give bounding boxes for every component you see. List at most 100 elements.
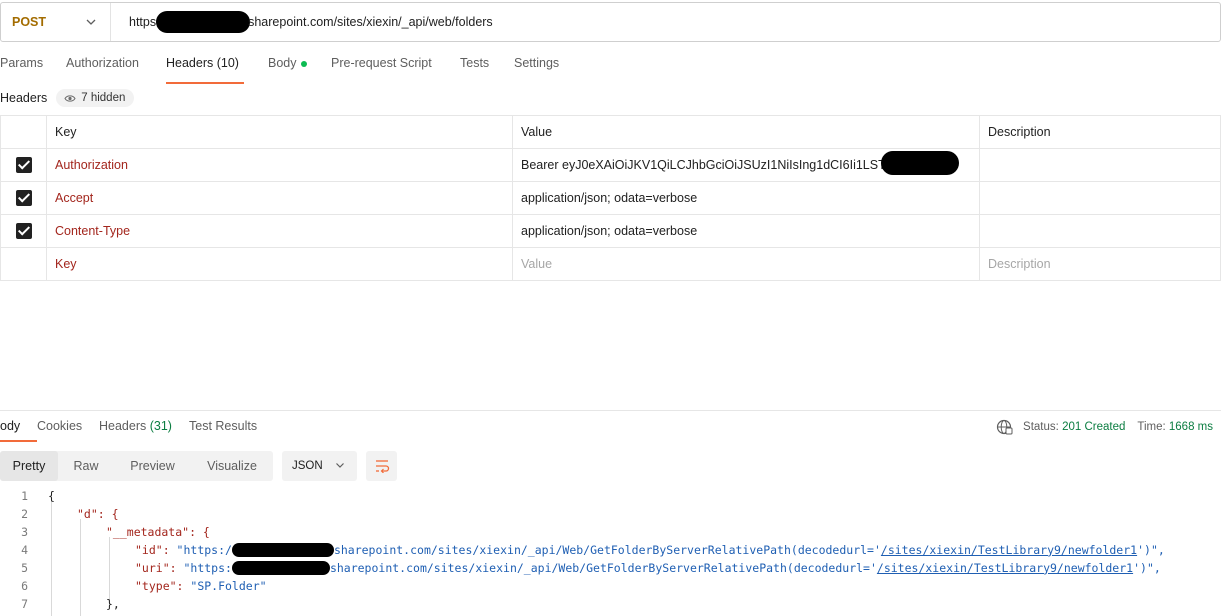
tab-tests[interactable]: Tests [460,56,510,76]
table-row: Content-Type application/json; odata=ver… [0,214,1221,248]
code-text: { [48,489,55,503]
redaction-mark [231,561,330,576]
wrap-lines-button[interactable] [366,451,397,481]
checkbox-cell [0,181,47,215]
tab-test-results[interactable]: Test Results [189,419,279,439]
table-header-row: Key Value Description [0,115,1221,149]
key-input[interactable]: Key [46,247,513,281]
globe-icon[interactable] [996,419,1013,435]
value-cell[interactable]: application/json; odata=verbose [512,214,980,248]
tab-pre-request-script[interactable]: Pre-request Script [331,56,456,76]
response-tabs: ody Cookies Headers (31) Test Results [0,419,279,442]
tab-params-label: Params [0,56,44,70]
row-checkbox[interactable] [15,157,32,173]
view-raw[interactable]: Raw [58,451,114,481]
json-string: ')", [1133,560,1161,575]
value-column-header: Value [512,115,980,149]
checkbox-cell [0,148,47,182]
json-string: sharepoint.com/sites/xiexin/_api/Web/Get… [333,542,881,557]
table-row-empty: Key Value Description [0,247,1221,281]
key-cell[interactable]: Content-Type [46,214,513,248]
json-string: "SP.Folder" [190,579,267,593]
method-select[interactable]: POST [1,3,111,41]
json-string: "https:/ [176,542,232,557]
json-key: "type": [135,579,191,593]
line-number: 6 [21,579,28,593]
code-line: 7 }, [0,595,1221,613]
code-text: "type": "SP.Folder" [135,579,267,593]
json-link[interactable]: /sites/xiexin/TestLibrary9/newfolder1 [881,543,1137,557]
url-suffix: sharepoint.com/sites/xiexin/_api/web/fol… [248,15,493,29]
headers-table: Key Value Description Authorization Bear… [0,115,1221,281]
description-input[interactable]: Description [979,247,1221,281]
value-cell[interactable]: application/json; odata=verbose [512,181,980,215]
tab-authorization[interactable]: Authorization [66,56,166,82]
time-value[interactable]: 1668 ms [1169,421,1213,433]
tab-response-body-label: ody [0,419,21,433]
row-checkbox[interactable] [15,223,32,239]
tab-headers[interactable]: Headers (10) [166,56,244,84]
redaction-mark [156,11,251,33]
wrap-lines-icon [375,460,389,473]
description-cell[interactable] [979,148,1221,182]
key-cell[interactable]: Authorization [46,148,513,182]
view-visualize[interactable]: Visualize [191,451,273,481]
code-line: 6 "type": "SP.Folder" [0,577,1221,595]
json-string: "https: [183,560,232,575]
response-divider [0,410,1221,411]
eye-icon [64,94,76,102]
tab-params[interactable]: Params [0,56,66,82]
status-value[interactable]: 201 Created [1062,421,1125,433]
tab-response-headers[interactable]: Headers (31) [99,419,189,439]
redaction-mark [881,151,959,175]
table-row: Authorization Bearer eyJ0eXAiOiJKV1QiLCJ… [0,148,1221,182]
row-checkbox[interactable] [15,190,32,206]
response-headers-count: (31) [149,419,172,433]
checkbox-cell [0,214,47,248]
json-string: ')", [1137,542,1165,557]
key-column-header: Key [46,115,513,149]
tab-cookies[interactable]: Cookies [37,419,99,439]
line-number: 1 [21,489,28,503]
tab-headers-label: Headers (10) [166,56,239,70]
request-url-bar: POST https sharepoint.com/sites/xiexin/_… [0,2,1221,42]
view-pretty[interactable]: Pretty [0,451,58,481]
tab-test-results-label: Test Results [189,419,258,433]
view-preview[interactable]: Preview [114,451,191,481]
tab-settings-label: Settings [514,56,560,70]
tab-body[interactable]: Body [268,56,328,76]
description-cell[interactable] [979,181,1221,215]
code-line: 3 "__metadata": { [0,523,1221,541]
code-text: }, [106,597,120,611]
line-number: 5 [21,561,28,575]
tab-response-headers-label: Headers [99,419,147,433]
table-row: Accept application/json; odata=verbose [0,181,1221,215]
code-line: 2 "d": { [0,505,1221,523]
response-body-editor[interactable]: 1 { 2 "d": { 3 "__metadata": { 4 "id": "… [0,487,1221,616]
checkbox-cell [0,247,47,281]
line-number: 4 [21,543,28,557]
description-column-header: Description [979,115,1221,149]
code-text: "id": "https:/ sharepoint.com/sites/xiexi… [135,543,1165,558]
tab-tests-label: Tests [460,56,490,70]
tab-response-body[interactable]: ody [0,419,37,442]
key-cell[interactable]: Accept [46,181,513,215]
description-cell[interactable] [979,214,1221,248]
method-label: POST [12,15,47,29]
checkbox-column-header [0,115,47,149]
tab-settings[interactable]: Settings [514,56,584,76]
code-text: "__metadata": { [106,525,210,539]
redaction-mark [231,543,334,558]
value-input[interactable]: Value [512,247,980,281]
response-status-bar: Status: 201 Created Time: 1668 ms [996,419,1213,435]
json-link[interactable]: /sites/xiexin/TestLibrary9/newfolder1 [877,561,1133,575]
value-cell[interactable]: Bearer eyJ0eXAiOiJKV1QiLCJhbGciOiJSUzI1N… [512,148,980,182]
value-text: Bearer eyJ0eXAiOiJKV1QiLCJhbGciOiJSUzI1N… [521,158,886,172]
url-prefix: https [129,15,157,29]
tab-body-label: Body [268,56,297,70]
url-input[interactable]: https sharepoint.com/sites/xiexin/_api/w… [111,11,493,33]
format-select[interactable]: JSON [282,451,357,481]
hidden-headers-toggle[interactable]: 7 hidden [56,89,135,107]
tab-pre-request-label: Pre-request Script [331,56,432,70]
chevron-down-icon [86,19,96,25]
